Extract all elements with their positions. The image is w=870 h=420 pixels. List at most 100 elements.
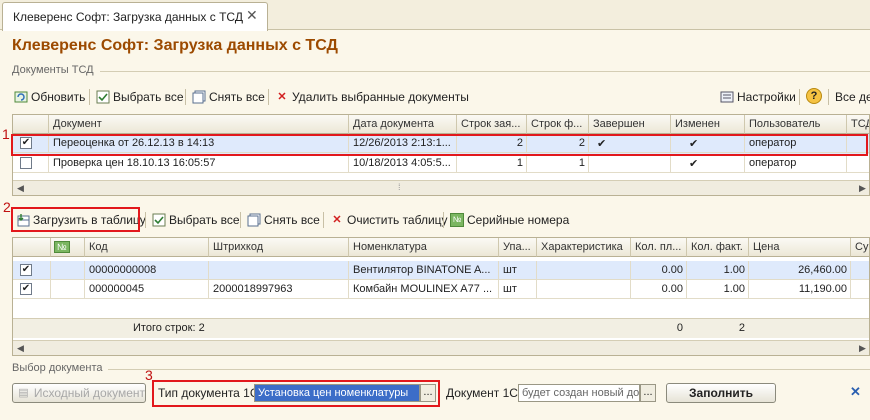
- refresh-button[interactable]: Обновить: [14, 87, 85, 107]
- delete-selected-label: Удалить выбранные документы: [292, 90, 469, 104]
- toolbar-separator: [443, 212, 444, 228]
- totals-qty-fact: 2: [738, 322, 745, 334]
- close-icon[interactable]: ✕: [246, 7, 258, 24]
- clear-table-button[interactable]: ✕ Очистить таблицу: [330, 210, 448, 230]
- totals-label: Итого строк: 2: [133, 322, 205, 334]
- items-cell-unit: шт: [499, 261, 537, 280]
- toolbar-separator: [323, 212, 324, 228]
- horizontal-scrollbar[interactable]: ◀ ⁞ ▶: [13, 180, 869, 195]
- checkbox[interactable]: [20, 157, 32, 169]
- docs-header-rows-requested[interactable]: Строк зая...: [457, 115, 527, 134]
- horizontal-scrollbar[interactable]: ◀ ▶: [13, 340, 869, 355]
- scroll-thumb-grip[interactable]: ⁞: [398, 182, 401, 192]
- items-row-checkbox[interactable]: ✔: [13, 261, 51, 280]
- docs-row-checkbox[interactable]: [13, 154, 49, 173]
- doc-1c-label: Документ 1С:: [446, 386, 522, 400]
- items-cell-qty-fact: 1.00: [687, 261, 749, 280]
- doc-select-section-label: Выбор документа: [12, 362, 103, 374]
- load-to-table-button[interactable]: Загрузить в таблицу: [16, 210, 146, 230]
- docs-header-user[interactable]: Пользователь: [745, 115, 847, 134]
- items-header-nomenclature[interactable]: Номенклатура: [349, 238, 499, 257]
- docs-cell-rows-requested: 1: [457, 154, 527, 173]
- items-cell-sum: [851, 280, 869, 299]
- serial-numbers-button[interactable]: № Серийные номера: [450, 210, 569, 230]
- uncheck-all-icon: [247, 213, 261, 227]
- docs-row-checkbox[interactable]: ✔: [13, 134, 49, 153]
- docs-cell-rows-fact: 2: [527, 134, 589, 153]
- doc-1c-choose-button[interactable]: ...: [640, 384, 656, 402]
- docs-header-date[interactable]: Дата документа: [349, 115, 457, 134]
- deselect-all-items-button[interactable]: Снять все: [247, 210, 320, 230]
- items-header-qty-plan[interactable]: Кол. пл...: [631, 238, 687, 257]
- items-cell-characteristic: [537, 280, 631, 299]
- checkbox[interactable]: ✔: [20, 264, 32, 276]
- items-cell-qty-fact: 1.00: [687, 280, 749, 299]
- items-header-characteristic[interactable]: Характеристика: [537, 238, 631, 257]
- items-row-checkbox[interactable]: ✔: [13, 280, 51, 299]
- items-header-qty-fact[interactable]: Кол. факт.: [687, 238, 749, 257]
- items-cell-code: 00000000008: [85, 261, 209, 280]
- docs-cell-changed: ✔: [671, 134, 745, 153]
- docs-header-check: [13, 115, 49, 134]
- fill-button[interactable]: Заполнить: [666, 383, 776, 403]
- docs-header-completed[interactable]: Завершен: [589, 115, 671, 134]
- docs-header-device[interactable]: ТСД: [847, 115, 869, 134]
- settings-label: Настройки: [737, 90, 796, 104]
- docs-cell-date: 12/26/2013 2:13:1...: [349, 134, 457, 153]
- items-cell-price: 26,460.00: [749, 261, 851, 280]
- scroll-left-icon[interactable]: ◀: [17, 183, 24, 194]
- items-header-barcode[interactable]: Штрихкод: [209, 238, 349, 257]
- items-cell-qty-plan: 0.00: [631, 261, 687, 280]
- items-header-check: [13, 238, 51, 257]
- delete-selected-button[interactable]: ✕ Удалить выбранные документы: [275, 87, 469, 107]
- select-all-docs-button[interactable]: Выбрать все: [96, 87, 184, 107]
- callout-3: 3: [145, 367, 153, 383]
- tab-active[interactable]: Клеверенс Софт: Загрузка данных с ТСД ✕: [2, 2, 268, 31]
- clear-table-label: Очистить таблицу: [347, 213, 448, 227]
- toolbar-separator: [185, 89, 186, 105]
- items-cell-barcode: 2000018997963: [209, 280, 349, 299]
- help-icon[interactable]: ?: [806, 88, 822, 104]
- scroll-left-icon[interactable]: ◀: [17, 343, 24, 354]
- doc-type-choose-button[interactable]: ...: [420, 384, 436, 402]
- items-table: № Код Штрихкод Номенклатура Упа... Харак…: [12, 237, 870, 356]
- select-all-items-button[interactable]: Выбрать все: [152, 210, 240, 230]
- tab-title: Клеверенс Софт: Загрузка данных с ТСД: [13, 10, 243, 24]
- items-cell-qty-plan: 0.00: [631, 280, 687, 299]
- docs-header-changed[interactable]: Изменен: [671, 115, 745, 134]
- cancel-icon[interactable]: ✕: [850, 384, 861, 400]
- serial-numbers-label: Серийные номера: [467, 213, 570, 227]
- page-title: Клеверенс Софт: Загрузка данных с ТСД: [12, 37, 338, 54]
- deselect-all-docs-button[interactable]: Снять все: [192, 87, 265, 107]
- docs-cell-document: Переоценка от 26.12.13 в 14:13: [49, 134, 349, 153]
- document-icon: ▤: [18, 386, 29, 399]
- source-document-button[interactable]: ▤ Исходный документ: [12, 383, 146, 403]
- callout-1: 1: [2, 126, 10, 142]
- select-all-label: Выбрать все: [169, 213, 240, 227]
- toolbar-separator: [240, 212, 241, 228]
- docs-cell-completed: [589, 154, 671, 173]
- items-header-sum[interactable]: Су: [851, 238, 869, 257]
- docs-cell-date: 10/18/2013 4:05:5...: [349, 154, 457, 173]
- section-divider: [100, 71, 870, 72]
- docs-header-rows-fact[interactable]: Строк ф...: [527, 115, 589, 134]
- checkbox[interactable]: ✔: [20, 283, 32, 295]
- doc-type-field[interactable]: Установка цен номенклатуры: [254, 384, 420, 402]
- items-header-unit[interactable]: Упа...: [499, 238, 537, 257]
- checkbox[interactable]: ✔: [20, 137, 32, 149]
- items-header-code[interactable]: Код: [85, 238, 209, 257]
- items-header-price[interactable]: Цена: [749, 238, 851, 257]
- docs-cell-changed: ✔: [671, 154, 745, 173]
- settings-icon: [720, 90, 734, 104]
- scroll-right-icon[interactable]: ▶: [859, 343, 866, 354]
- all-actions-button[interactable]: Все дей: [835, 87, 870, 107]
- doc-1c-field[interactable]: будет создан новый до: [518, 384, 640, 402]
- refresh-icon: [14, 90, 28, 104]
- scroll-right-icon[interactable]: ▶: [859, 183, 866, 194]
- items-cell-nomenclature: Вентилятор BINATONE A...: [349, 261, 499, 280]
- settings-button[interactable]: Настройки: [720, 87, 796, 107]
- items-header-number[interactable]: №: [51, 238, 85, 257]
- items-cell-number: [51, 280, 85, 299]
- docs-cell-device: [847, 134, 869, 153]
- docs-header-document[interactable]: Документ: [49, 115, 349, 134]
